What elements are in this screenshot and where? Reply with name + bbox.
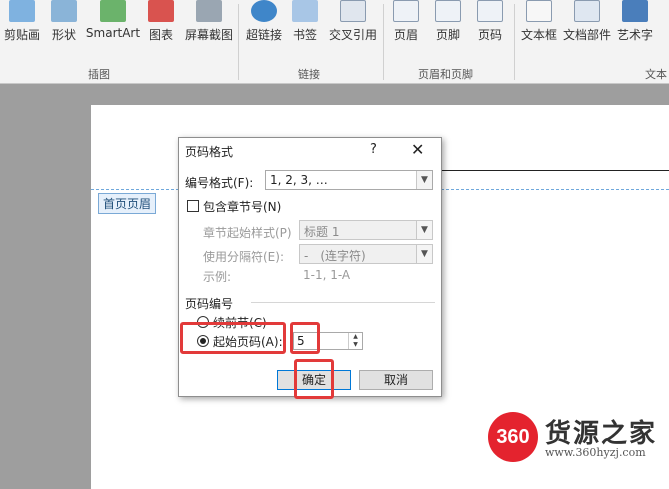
page-number-icon xyxy=(477,0,503,22)
quick-parts-label: 文档部件 xyxy=(562,28,611,42)
first-page-header-tag: 首页页眉 xyxy=(98,193,157,214)
clipart-label: 剪贴画 xyxy=(3,28,40,42)
include-chapter-label: 包含章节号(N) xyxy=(203,200,282,214)
close-button[interactable]: ✕ xyxy=(411,140,424,159)
cross-reference-icon xyxy=(340,0,366,22)
chart-button[interactable]: 图表 xyxy=(146,0,176,64)
clipart-button[interactable]: 剪贴画 xyxy=(2,0,42,64)
bookmark-icon xyxy=(292,0,318,22)
number-format-select[interactable]: 1, 2, 3, … ▼ xyxy=(265,170,433,190)
ribbon-separator xyxy=(514,4,515,80)
wordart-button[interactable]: 艺术字 xyxy=(616,0,654,64)
quick-parts-button[interactable]: 文档部件 xyxy=(562,0,612,64)
group-label-links: 链接 xyxy=(298,68,320,81)
watermark-name: 货源之家 xyxy=(545,419,658,449)
chapter-style-value: 标题 1 xyxy=(304,225,340,239)
screenshot-button[interactable]: 屏幕截图 xyxy=(182,0,236,64)
example-label: 示例: xyxy=(203,270,232,284)
number-format-value: 1, 2, 3, … xyxy=(270,173,328,187)
smartart-icon xyxy=(100,0,126,22)
number-format-label: 编号格式(F): xyxy=(185,176,254,190)
footer-label: 页脚 xyxy=(435,28,460,42)
hyperlink-button[interactable]: 超链接 xyxy=(244,0,284,64)
hyperlink-label: 超链接 xyxy=(245,28,282,42)
dialog-title: 页码格式 xyxy=(185,145,234,159)
cancel-button[interactable]: 取消 xyxy=(359,370,433,390)
ribbon-separator xyxy=(238,4,239,80)
header-icon xyxy=(393,0,419,22)
ribbon: 剪贴画 形状 SmartArt 图表 屏幕截图 插图 超链接 书签 交叉引用 链… xyxy=(0,0,669,84)
spin-down-icon[interactable]: ▼ xyxy=(348,341,362,349)
wordart-icon xyxy=(622,0,648,22)
page-number-button[interactable]: 页码 xyxy=(474,0,506,64)
example-value: 1-1, 1-A xyxy=(303,268,351,282)
chevron-down-icon: ▼ xyxy=(416,221,432,239)
include-chapter-checkbox[interactable] xyxy=(187,200,199,212)
textbox-icon xyxy=(526,0,552,22)
screenshot-label: 屏幕截图 xyxy=(184,28,233,42)
shapes-button[interactable]: 形状 xyxy=(48,0,80,64)
footer-button[interactable]: 页脚 xyxy=(432,0,464,64)
chevron-down-icon: ▼ xyxy=(416,171,432,189)
header-rule xyxy=(440,170,669,171)
bookmark-button[interactable]: 书签 xyxy=(290,0,320,64)
separator-select[interactable]: - (连字符) ▼ xyxy=(299,244,433,264)
page-numbering-label: 页码编号 xyxy=(185,297,234,311)
group-label-text: 文本 xyxy=(645,68,667,81)
page-number-label: 页码 xyxy=(477,28,502,42)
header-button[interactable]: 页眉 xyxy=(390,0,422,64)
camera-icon xyxy=(196,0,222,22)
watermark-logo: 360 xyxy=(488,412,538,462)
chevron-down-icon: ▼ xyxy=(416,245,432,263)
ribbon-separator xyxy=(383,4,384,80)
smartart-label: SmartArt xyxy=(85,26,141,40)
section-divider xyxy=(251,302,435,303)
help-button[interactable]: ? xyxy=(370,142,377,157)
shapes-label: 形状 xyxy=(51,28,76,42)
footer-icon xyxy=(435,0,461,22)
wordart-label: 艺术字 xyxy=(616,28,653,42)
watermark-url: www.360hyzj.com xyxy=(545,446,646,459)
chapter-style-label: 章节起始样式(P) xyxy=(203,226,292,240)
separator-value: - (连字符) xyxy=(304,249,366,263)
chapter-style-select[interactable]: 标题 1 ▼ xyxy=(299,220,433,240)
group-label-header-footer: 页眉和页脚 xyxy=(418,68,473,81)
chart-label: 图表 xyxy=(148,28,173,42)
textbox-button[interactable]: 文本框 xyxy=(520,0,558,64)
cross-reference-button[interactable]: 交叉引用 xyxy=(326,0,380,64)
separator-label: 使用分隔符(E): xyxy=(203,250,284,264)
header-label: 页眉 xyxy=(393,28,418,42)
highlight-ok-button xyxy=(294,359,334,399)
quick-parts-icon xyxy=(574,0,600,22)
cross-reference-label: 交叉引用 xyxy=(328,28,377,42)
group-label-illustrations: 插图 xyxy=(88,68,110,81)
highlight-start-at-option xyxy=(180,322,286,354)
spin-up-icon[interactable]: ▲ xyxy=(348,333,362,341)
globe-link-icon xyxy=(251,0,277,22)
bookmark-label: 书签 xyxy=(292,28,317,42)
chart-icon xyxy=(148,0,174,22)
textbox-label: 文本框 xyxy=(520,28,557,42)
highlight-start-at-value xyxy=(290,322,320,354)
smartart-button[interactable]: SmartArt xyxy=(86,0,140,64)
shapes-icon xyxy=(51,0,77,22)
clipart-icon xyxy=(9,0,35,22)
page-number-format-dialog: 页码格式 ? ✕ 编号格式(F): 1, 2, 3, … ▼ 包含章节号(N) … xyxy=(178,137,442,397)
